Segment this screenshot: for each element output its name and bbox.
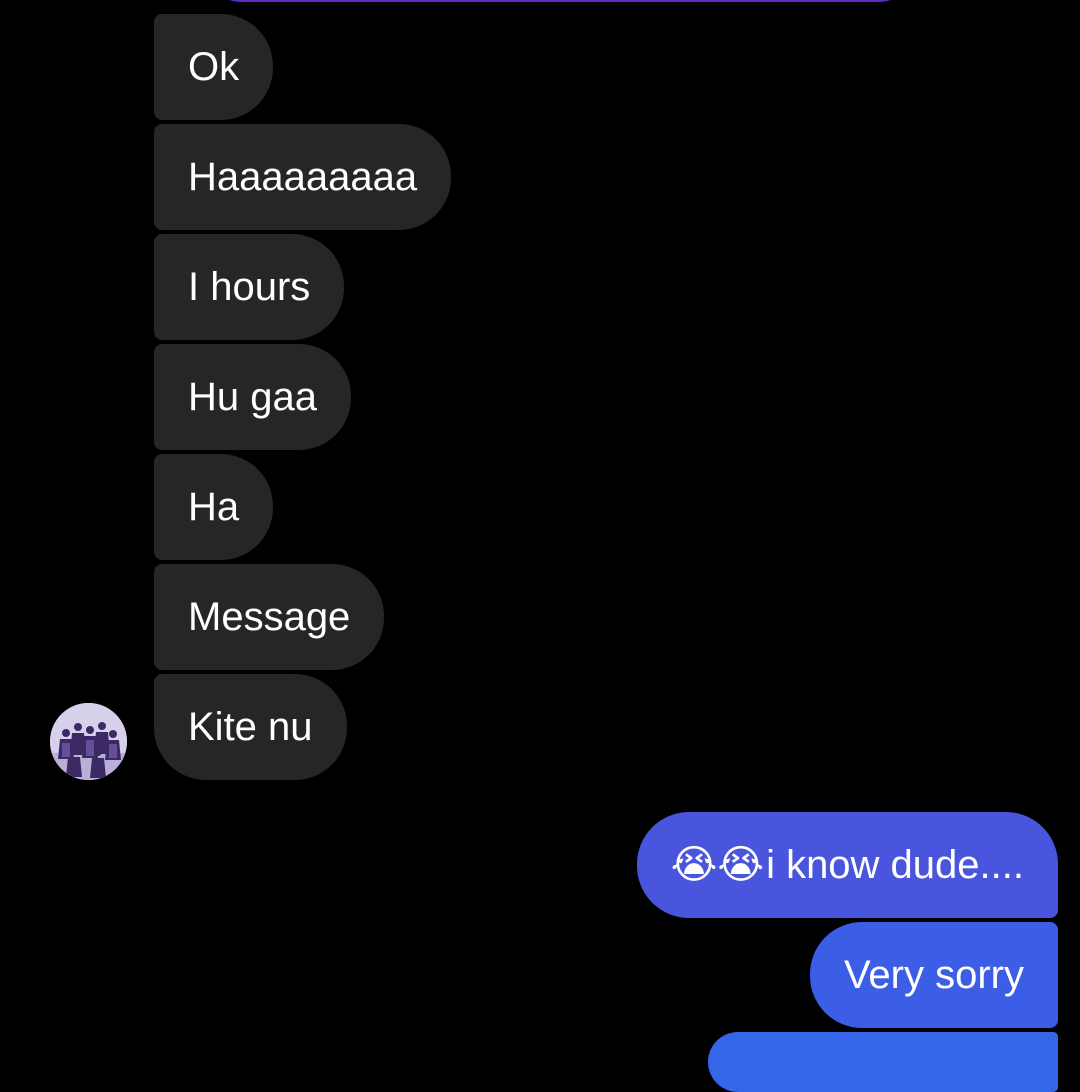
loudly-crying-face-icon: 😭😭 bbox=[670, 843, 765, 887]
incoming-message-bubble[interactable]: Hu gaa bbox=[154, 344, 351, 450]
message-text: Ok bbox=[188, 45, 240, 89]
incoming-message-bubble[interactable]: I hours bbox=[154, 234, 345, 340]
incoming-message-bubble[interactable]: Kite nu bbox=[154, 674, 347, 780]
message-text: I hours bbox=[188, 265, 311, 309]
message-text: Message bbox=[188, 595, 351, 639]
message-text: Kite nu bbox=[188, 705, 313, 749]
message-text: i know dude.... bbox=[766, 843, 1024, 887]
incoming-message-bubble[interactable]: Message bbox=[154, 564, 385, 670]
outgoing-message-bubble[interactable]: Very sorry bbox=[809, 922, 1058, 1028]
previous-message-bubble-peek[interactable] bbox=[200, 0, 920, 2]
message-text: Ha bbox=[188, 485, 240, 529]
incoming-message-bubble[interactable]: Ok bbox=[154, 14, 274, 120]
outgoing-message-bubble[interactable]: 😭😭i know dude.... bbox=[636, 812, 1058, 918]
message-text: Haaaaaaaaa bbox=[188, 155, 418, 199]
contact-avatar[interactable] bbox=[50, 703, 127, 780]
incoming-message-bubble[interactable]: Haaaaaaaaa bbox=[154, 124, 452, 230]
group-photo-icon bbox=[50, 703, 127, 780]
message-text: Hu gaa bbox=[188, 375, 317, 419]
incoming-message-bubble[interactable]: Ha bbox=[154, 454, 274, 560]
next-message-bubble-peek[interactable] bbox=[708, 1032, 1058, 1092]
message-text: Very sorry bbox=[843, 953, 1024, 997]
